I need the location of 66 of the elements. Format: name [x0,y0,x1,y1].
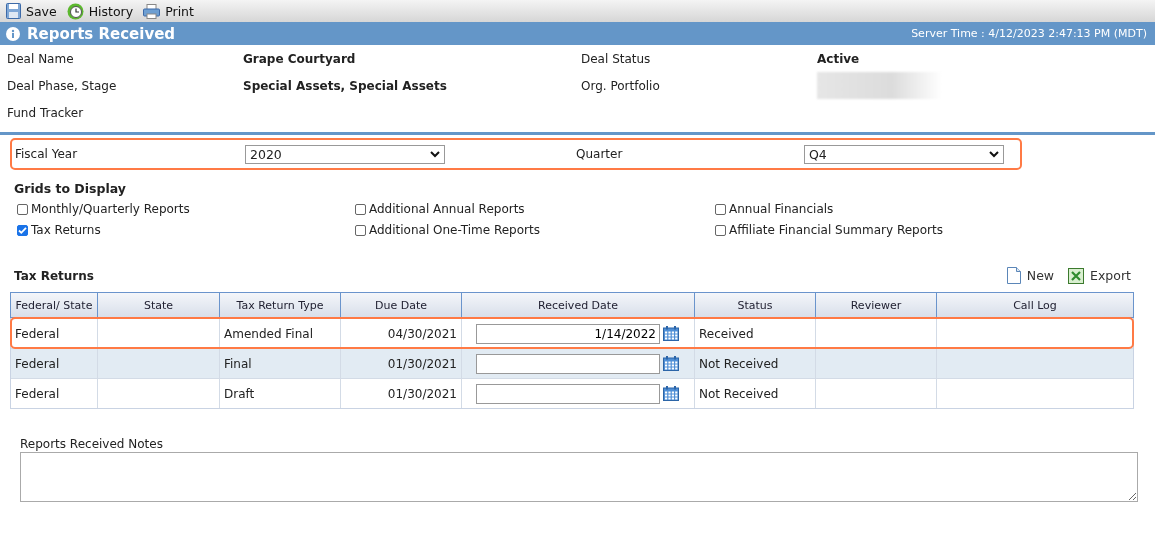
table-cell: 04/30/2021 [341,319,462,348]
checkbox[interactable] [355,203,366,215]
table-cell: Not Received [695,379,816,408]
calendar-icon[interactable] [663,326,679,341]
section-title: Grids to Display [14,181,127,196]
table-cell: Federal [11,379,98,408]
field-label: Deal Phase, Stage [7,78,117,93]
action-link[interactable]: Export [1068,267,1131,284]
field-label: Org. Portfolio [581,78,660,93]
column-header[interactable]: Call Log [937,293,1133,317]
column-header[interactable]: Due Date [341,293,462,317]
column-header[interactable]: Received Date [462,293,695,317]
spreadsheet-icon [1068,267,1085,284]
printer-icon [143,3,161,19]
info-icon [6,26,20,41]
field-label: Fiscal Year [15,147,79,161]
field-label: Deal Status [581,51,651,66]
checkbox[interactable] [715,203,726,215]
toolbar-button[interactable]: History [66,2,134,20]
column-header[interactable]: Status [695,293,816,317]
checkbox[interactable] [715,224,726,236]
table-cell: Received [695,319,816,348]
checkbox[interactable] [17,224,28,236]
field-label: Fund Tracker [7,105,84,120]
checkbox-option[interactable]: Monthly/Quarterly Reports [17,202,190,216]
checkbox[interactable] [355,224,366,236]
toolbar-button[interactable]: Save [6,3,57,19]
table-cell: Draft [220,379,341,408]
dropdown[interactable]: 2020 [245,144,445,164]
checkbox[interactable] [17,203,28,215]
table-cell: Amended Final [220,319,341,348]
field-value: Active [817,51,860,66]
checkbox-option[interactable]: Affiliate Financial Summary Reports [715,223,943,237]
field-value: Special Assets, Special Assets [243,78,447,93]
checkbox-option[interactable]: Tax Returns [17,223,101,237]
document-icon [1006,267,1021,284]
table-cell: 01/30/2021 [341,379,462,408]
field-label: Deal Name [7,51,74,66]
section-title: Tax Returns [14,268,94,283]
column-header[interactable]: Federal/ State [11,293,98,317]
toolbar-button[interactable]: Print [143,3,194,19]
notes-field[interactable] [20,452,1138,502]
column-header[interactable]: Tax Return Type [220,293,341,317]
checkbox-option[interactable]: Annual Financials [715,202,834,216]
table-cell: Not Received [695,349,816,378]
date-input[interactable] [476,353,660,374]
field-label: Reports Received Notes [20,437,163,451]
column-header[interactable]: Reviewer [816,293,937,317]
table-cell: Final [220,349,341,378]
clock-icon [66,2,84,20]
field-value: Grape Courtyard [243,51,356,66]
table-cell: Federal [11,349,98,378]
date-input[interactable]: 1/14/2022 [476,323,660,344]
calendar-icon[interactable] [663,356,679,371]
checkbox-option[interactable]: Additional Annual Reports [355,202,525,216]
page-title: Reports Received [27,24,176,43]
column-header[interactable]: State [98,293,220,317]
calendar-icon[interactable] [663,386,679,401]
table-cell: 01/30/2021 [341,349,462,378]
dropdown[interactable]: Q4 [804,144,1004,164]
server-time: Server Time : 4/12/2023 2:47:13 PM (MDT) [911,27,1147,40]
table-cell: Federal [11,319,98,348]
action-link[interactable]: New [1006,267,1055,284]
date-input[interactable] [476,383,660,404]
field-label: Quarter [576,147,624,161]
checkbox-option[interactable]: Additional One-Time Reports [355,223,540,237]
